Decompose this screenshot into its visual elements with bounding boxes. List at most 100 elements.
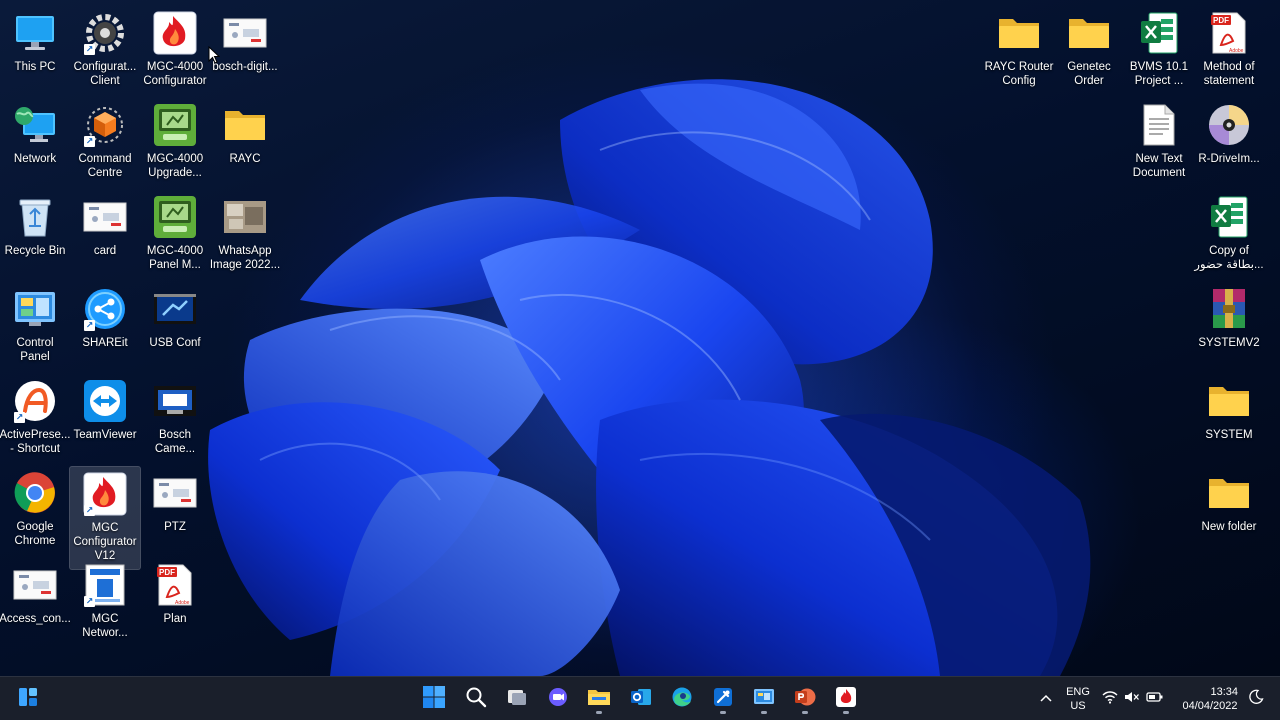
desktop-icon[interactable]: card (69, 190, 141, 280)
control-app-button[interactable] (748, 683, 780, 715)
desktop-icon[interactable]: ↗ Command Centre (69, 98, 141, 188)
edge-button[interactable] (666, 683, 698, 715)
image-thumbnail-icon (82, 194, 128, 240)
show-hidden-icons-button[interactable] (1030, 683, 1062, 715)
outlook-button[interactable] (625, 683, 657, 715)
mouse-cursor (208, 45, 221, 69)
folder-icon (222, 102, 268, 148)
desktop-icon[interactable]: SYSTEM (1193, 374, 1265, 464)
desktop-icon-label: Genetec Order (1067, 61, 1111, 87)
desktop-icon-label: BVMS 10.1 Project ... (1129, 61, 1189, 87)
wifi-icon (1102, 690, 1118, 709)
language-code: ENG (1066, 686, 1090, 698)
search-button[interactable] (460, 683, 492, 715)
chat-icon (547, 686, 569, 713)
task-view-button[interactable] (501, 683, 533, 715)
activepresenter-icon: ↗ (12, 378, 58, 424)
language-indicator[interactable]: ENG US (1062, 685, 1094, 713)
pdf-icon: PDF Adobe (1206, 10, 1252, 56)
excel-icon (1206, 194, 1252, 240)
desktop-icon[interactable]: RAYC Router Config (983, 6, 1055, 96)
flame-app-icon: ↗ (82, 471, 128, 517)
notifications-button[interactable] (1242, 683, 1270, 715)
text-document-icon (1136, 102, 1182, 148)
desktop-icon-label: Command Centre (78, 153, 132, 179)
desktop-icon[interactable]: Copy of بطاقة حضور... (1193, 190, 1265, 280)
desktop-icon[interactable]: USB Conf (139, 282, 211, 372)
desktop-icon[interactable]: WhatsApp Image 2022... (209, 190, 281, 280)
control-panel-icon (753, 686, 775, 713)
desktop-icon-label: RAYC (229, 153, 261, 165)
chrome-icon (12, 470, 58, 516)
shortcut-arrow-icon: ↗ (84, 320, 95, 331)
file-explorer-button[interactable] (583, 683, 615, 715)
desktop-icon[interactable]: Network (0, 98, 71, 188)
desktop-icon[interactable]: PDF Adobe Plan (139, 558, 211, 648)
green-app-icon (152, 194, 198, 240)
widgets-button[interactable] (12, 683, 44, 715)
desktop-icon-label: Method of statement (1203, 61, 1255, 87)
desktop-icon[interactable]: New folder (1193, 466, 1265, 556)
image-thumbnail-icon (222, 10, 268, 56)
running-indicator (596, 711, 602, 714)
desktop-icon[interactable]: Recycle Bin (0, 190, 71, 280)
windows-logo-icon (422, 685, 446, 714)
tool-app-button[interactable] (707, 683, 739, 715)
desktop-icon[interactable]: New Text Document (1123, 98, 1195, 188)
outlook-icon (630, 686, 652, 713)
powerpoint-button[interactable] (789, 683, 821, 715)
desktop-icon-label: Configurat... Client (73, 61, 137, 87)
tool-app-icon (712, 686, 734, 713)
start-button[interactable] (418, 683, 450, 715)
desktop-icon[interactable]: RAYC (209, 98, 281, 188)
desktop-icon[interactable]: PDF Adobe Method of statement (1193, 6, 1265, 96)
task-view-icon (506, 686, 528, 713)
mgc-app-button[interactable] (830, 683, 862, 715)
desktop-icon[interactable]: ↗ MGC Configurator V12 (69, 466, 141, 570)
quick-settings-button[interactable] (1098, 683, 1168, 715)
usb-app-icon (152, 286, 198, 332)
edge-icon (671, 686, 693, 713)
network-globe-icon (12, 102, 58, 148)
desktop-icon[interactable]: ↗ MGC Networ... (69, 558, 141, 648)
desktop-icon[interactable]: This PC (0, 6, 71, 96)
desktop-icon[interactable]: MGC-4000 Upgrade... (139, 98, 211, 188)
desktop-icon[interactable]: Google Chrome (0, 466, 71, 556)
svg-text:PDF: PDF (1213, 16, 1229, 25)
winrar-icon (1206, 286, 1252, 332)
shortcut-arrow-icon: ↗ (84, 44, 95, 55)
desktop-icon[interactable]: ↗ SHAREit (69, 282, 141, 372)
svg-text:Adobe: Adobe (175, 600, 190, 606)
running-indicator (720, 711, 726, 714)
desktop-icon[interactable]: Access_con... (0, 558, 71, 648)
teamviewer-icon (82, 378, 128, 424)
desktop-icon[interactable]: PTZ (139, 466, 211, 556)
desktop-icon[interactable]: Genetec Order (1053, 6, 1125, 96)
shortcut-arrow-icon: ↗ (84, 596, 95, 607)
excel-icon (1136, 10, 1182, 56)
shortcut-arrow-icon: ↗ (84, 505, 95, 516)
desktop-icon-label: MGC-4000 Upgrade... (146, 153, 204, 179)
desktop-icon-label: Bosch Came... (154, 429, 196, 455)
shortcut-arrow-icon: ↗ (84, 136, 95, 147)
desktop-icon[interactable]: MGC-4000 Panel M... (139, 190, 211, 280)
desktop-icon[interactable]: SYSTEMV2 (1193, 282, 1265, 372)
desktop-icon[interactable]: TeamViewer (69, 374, 141, 464)
battery-icon (1146, 690, 1164, 708)
desktop-icon[interactable]: ↗ Configurat... Client (69, 6, 141, 96)
desktop-icon-label: MGC Networ... (82, 613, 128, 639)
desktop-icon-label: RAYC Router Config (984, 61, 1054, 87)
desktop-icon-label: SYSTEMV2 (1198, 337, 1260, 349)
desktop-icon[interactable]: ↗ ActivePrese... - Shortcut (0, 374, 71, 464)
recycle-bin-icon (12, 194, 58, 240)
desktop-icon[interactable]: MGC-4000 Configurator (139, 6, 211, 96)
photo-thumbnail-icon (222, 194, 268, 240)
desktop-icon[interactable]: R-DriveIm... (1193, 98, 1265, 188)
desktop-icon[interactable]: Control Panel (0, 282, 71, 372)
desktop-icon-label: PTZ (164, 521, 186, 533)
chat-button[interactable] (542, 683, 574, 715)
clock[interactable]: 13:34 04/04/2022 (1172, 685, 1248, 713)
focus-moon-icon (1248, 689, 1264, 710)
desktop-icon[interactable]: BVMS 10.1 Project ... (1123, 6, 1195, 96)
desktop-icon[interactable]: Bosch Came... (139, 374, 211, 464)
